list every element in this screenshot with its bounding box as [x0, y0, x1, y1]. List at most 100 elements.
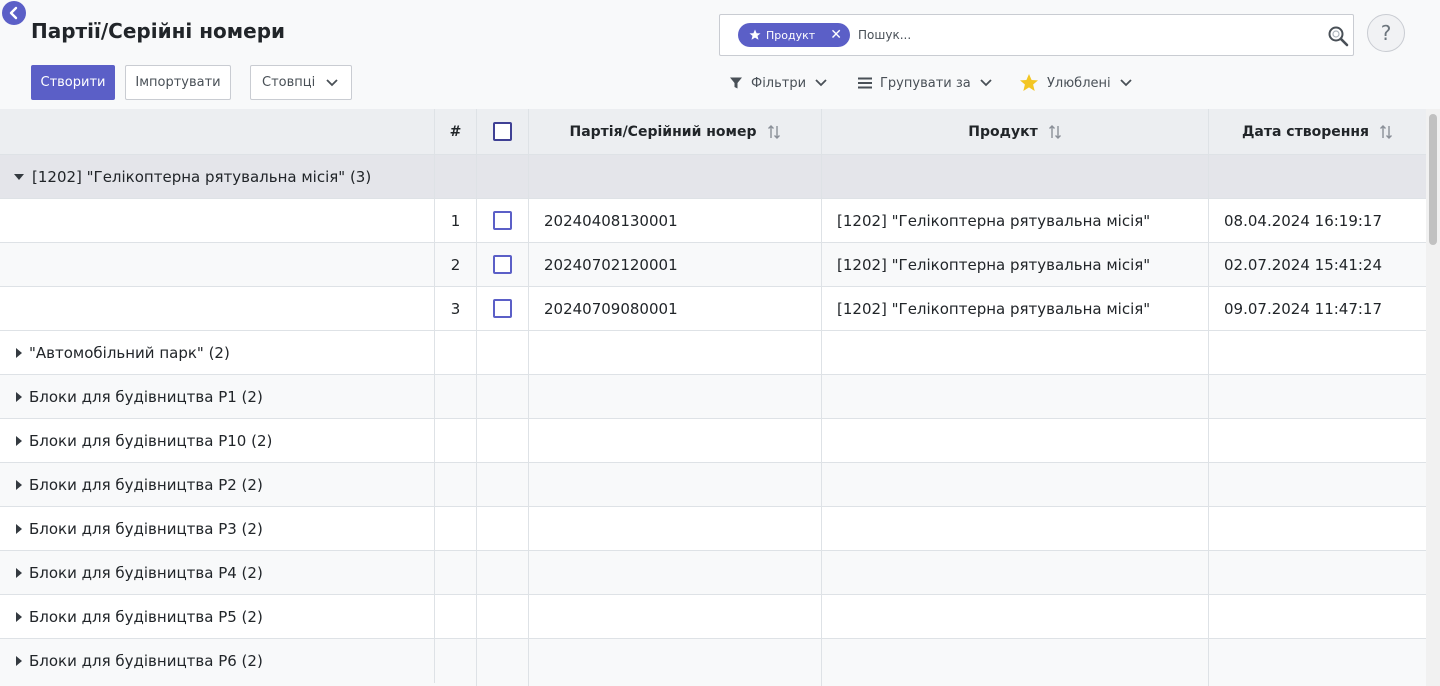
filters-label: Фільтри — [751, 75, 807, 91]
empty-cell — [435, 463, 477, 506]
empty-cell — [529, 463, 822, 506]
control-panel: Партії/Серійні номери Створити Імпортува… — [0, 0, 1440, 109]
star-icon — [749, 29, 761, 40]
empty-cell — [0, 287, 435, 330]
empty-cell — [529, 331, 822, 374]
caret-right-icon — [16, 567, 22, 578]
group-row[interactable]: Блоки для будівництва P1 (2) — [0, 375, 1426, 419]
sort-icon — [1380, 124, 1393, 139]
select-all-checkbox[interactable] — [493, 122, 512, 141]
search-icon[interactable] — [1327, 25, 1349, 47]
row-number-cell: 2 — [435, 243, 477, 286]
row-number-cell: 3 — [435, 287, 477, 330]
group-by-label: Групувати за — [880, 75, 971, 91]
caret-right-icon — [16, 435, 22, 446]
table-row[interactable]: 3 20240709080001 [1202] "Гелікоптерна ря… — [0, 287, 1426, 331]
table-row[interactable]: 1 20240408130001 [1202] "Гелікоптерна ря… — [0, 199, 1426, 243]
group-label: Блоки для будівництва P3 (2) — [29, 519, 263, 538]
columns-label: Стовпці — [262, 75, 316, 90]
group-row[interactable]: Блоки для будівництва P2 (2) — [0, 463, 1426, 507]
empty-cell — [822, 375, 1209, 418]
row-checkbox[interactable] — [493, 299, 512, 318]
group-row[interactable]: Блоки для будівництва P4 (2) — [0, 551, 1426, 595]
empty-cell — [477, 155, 529, 198]
group-row[interactable]: Блоки для будівництва P6 (2) — [0, 639, 1426, 686]
group-cell: Блоки для будівництва P10 (2) — [0, 419, 435, 462]
search-input[interactable] — [858, 23, 1298, 47]
created-cell: 08.04.2024 16:19:17 — [1209, 199, 1426, 242]
back-button[interactable] — [2, 1, 26, 25]
empty-cell — [435, 507, 477, 550]
group-row[interactable]: Блоки для будівництва P3 (2) — [0, 507, 1426, 551]
group-label: Блоки для будівництва P1 (2) — [29, 387, 263, 406]
product-value: [1202] "Гелікоптерна рятувальна місія" — [837, 255, 1151, 274]
table-row[interactable]: 2 20240702120001 [1202] "Гелікоптерна ря… — [0, 243, 1426, 287]
row-checkbox[interactable] — [493, 255, 512, 274]
group-row[interactable]: "Автомобільний парк" (2) — [0, 331, 1426, 375]
empty-cell — [477, 463, 529, 506]
import-button[interactable]: Імпортувати — [125, 65, 231, 100]
lot-value: 20240408130001 — [544, 211, 678, 230]
empty-cell — [529, 507, 822, 550]
group-row[interactable]: Блоки для будівництва P10 (2) — [0, 419, 1426, 463]
header-group-cell — [0, 109, 435, 154]
facet-label: Продукт — [766, 28, 816, 42]
empty-cell — [477, 551, 529, 594]
empty-cell — [1209, 595, 1426, 638]
lot-cell: 20240408130001 — [529, 199, 822, 242]
empty-cell — [1209, 155, 1426, 198]
group-label: Блоки для будівництва P4 (2) — [29, 563, 263, 582]
group-cell: Блоки для будівництва P3 (2) — [0, 507, 435, 550]
vertical-scrollbar[interactable] — [1426, 109, 1440, 686]
header-created[interactable]: Дата створення — [1209, 109, 1426, 154]
product-cell: [1202] "Гелікоптерна рятувальна місія" — [822, 199, 1209, 242]
filters-dropdown[interactable]: Фільтри — [729, 71, 828, 95]
group-cell: Блоки для будівництва P6 (2) — [0, 639, 435, 683]
favorites-dropdown[interactable]: Улюблені — [1019, 71, 1133, 95]
caret-right-icon — [16, 391, 22, 402]
columns-dropdown-button[interactable]: Стовпці — [250, 65, 352, 100]
empty-cell — [477, 595, 529, 638]
empty-cell — [1209, 331, 1426, 374]
row-number: 2 — [450, 255, 461, 274]
group-cell: [1202] "Гелікоптерна рятувальна місія" (… — [0, 155, 435, 198]
search-facet-product[interactable]: Продукт ✕ — [738, 23, 850, 47]
empty-cell — [435, 375, 477, 418]
group-label: [1202] "Гелікоптерна рятувальна місія" (… — [32, 167, 372, 186]
lot-value: 20240702120001 — [544, 255, 678, 274]
created-value: 08.04.2024 16:19:17 — [1224, 211, 1383, 230]
header-created-label: Дата створення — [1241, 123, 1370, 140]
filter-icon — [730, 77, 742, 89]
row-checkbox[interactable] — [493, 211, 512, 230]
sort-icon — [1048, 124, 1061, 139]
empty-cell — [477, 375, 529, 418]
group-label: Блоки для будівництва P6 (2) — [29, 652, 263, 670]
group-by-dropdown[interactable]: Групувати за — [858, 71, 993, 95]
caret-right-icon — [16, 347, 22, 358]
help-button[interactable]: ? — [1367, 14, 1405, 52]
empty-cell — [1209, 551, 1426, 594]
empty-cell — [435, 419, 477, 462]
caret-right-icon — [16, 611, 22, 622]
create-button[interactable]: Створити — [31, 65, 115, 100]
header-product[interactable]: Продукт — [822, 109, 1209, 154]
facet-remove-icon[interactable]: ✕ — [830, 28, 842, 42]
empty-cell — [1209, 419, 1426, 462]
group-row[interactable]: Блоки для будівництва P5 (2) — [0, 595, 1426, 639]
empty-cell — [822, 595, 1209, 638]
scrollbar-thumb[interactable] — [1429, 114, 1437, 245]
header-lot[interactable]: Партія/Серійний номер — [529, 109, 822, 154]
group-row-expanded[interactable]: [1202] "Гелікоптерна рятувальна місія" (… — [0, 155, 1426, 199]
empty-cell — [529, 551, 822, 594]
empty-cell — [1209, 507, 1426, 550]
row-number: 3 — [450, 299, 461, 318]
list-icon — [858, 77, 872, 89]
empty-cell — [822, 331, 1209, 374]
chevron-down-icon — [1119, 79, 1132, 87]
row-number-cell: 1 — [435, 199, 477, 242]
group-cell: Блоки для будівництва P5 (2) — [0, 595, 435, 638]
empty-cell — [822, 639, 1209, 686]
table-header: # Партія/Серійний номер Продукт Дата ств… — [0, 109, 1426, 155]
empty-cell — [1209, 463, 1426, 506]
page-title: Партії/Серійні номери — [31, 19, 286, 43]
